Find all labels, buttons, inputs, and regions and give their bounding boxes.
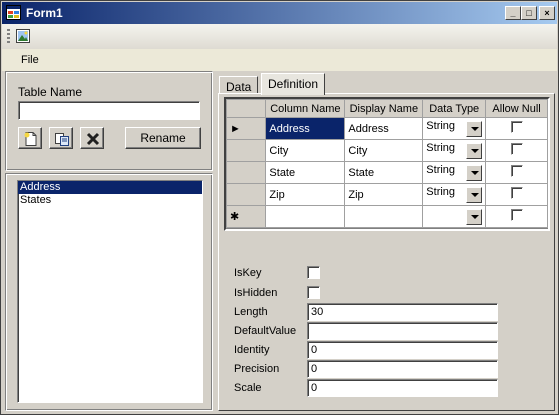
- cell-column-name[interactable]: [265, 205, 346, 228]
- length-label: Length: [234, 306, 268, 318]
- col-header-display-name[interactable]: Display Name: [344, 99, 424, 118]
- defaultvalue-label: DefaultValue: [234, 325, 297, 337]
- cell-display-name[interactable]: Zip: [344, 183, 424, 206]
- rename-button[interactable]: Rename: [125, 127, 201, 149]
- columns-grid[interactable]: Column Name Display Name Data Type Allow…: [224, 97, 550, 231]
- identity-label: Identity: [234, 344, 270, 356]
- chevron-down-icon[interactable]: [466, 187, 483, 203]
- main-window: Form1 _ □ × File Table Name Rename Addre…: [0, 0, 559, 415]
- grid-header-row: Column Name Display Name Data Type Allow…: [225, 99, 548, 118]
- iskey-checkbox[interactable]: [307, 266, 320, 279]
- allow-null-checkbox[interactable]: [510, 187, 523, 199]
- cell-allow-null[interactable]: [485, 205, 548, 228]
- cell-data-type[interactable]: [422, 205, 487, 228]
- cell-data-type[interactable]: String: [422, 183, 487, 206]
- delete-x-icon: [86, 132, 100, 146]
- allow-null-checkbox[interactable]: [510, 209, 523, 221]
- title-bar[interactable]: Form1 _ □ ×: [2, 2, 557, 24]
- precision-label: Precision: [234, 363, 280, 375]
- cell-column-name[interactable]: Zip: [265, 183, 346, 206]
- allow-null-checkbox[interactable]: [510, 143, 523, 155]
- tables-list-group: Address States: [5, 173, 213, 411]
- allow-null-checkbox[interactable]: [510, 121, 523, 133]
- cell-display-name[interactable]: [344, 205, 424, 228]
- cell-data-type[interactable]: String: [422, 161, 487, 184]
- data-type-value: String: [426, 142, 456, 154]
- new-file-icon: [24, 132, 37, 146]
- cell-allow-null[interactable]: [485, 117, 548, 140]
- precision-input[interactable]: [307, 360, 498, 378]
- app-form-icon: [6, 5, 21, 20]
- row-indicator[interactable]: ►: [225, 117, 267, 140]
- table-name-label: Table Name: [18, 85, 83, 99]
- iskey-label: IsKey: [234, 267, 262, 279]
- cell-column-name[interactable]: Address: [265, 117, 346, 140]
- menu-file[interactable]: File: [21, 54, 39, 66]
- toolbar: [2, 24, 557, 49]
- table-row[interactable]: City City String: [225, 139, 548, 162]
- cell-allow-null[interactable]: [485, 183, 548, 206]
- row-header-corner: [225, 99, 267, 118]
- scale-input[interactable]: [307, 379, 498, 397]
- chevron-down-icon[interactable]: [466, 165, 483, 181]
- cell-data-type[interactable]: String: [422, 117, 487, 140]
- chevron-down-icon[interactable]: [466, 121, 483, 137]
- minimize-button[interactable]: _: [505, 6, 521, 20]
- copy-table-button[interactable]: [49, 127, 73, 149]
- chevron-down-icon[interactable]: [466, 143, 483, 159]
- new-table-button[interactable]: [18, 127, 42, 149]
- maximize-button[interactable]: □: [521, 6, 537, 20]
- row-indicator[interactable]: [225, 183, 267, 206]
- length-input[interactable]: [307, 303, 498, 321]
- scale-label: Scale: [234, 382, 262, 394]
- col-header-allow-null[interactable]: Allow Null: [485, 99, 548, 118]
- col-header-data-type[interactable]: Data Type: [422, 99, 487, 118]
- tables-listbox[interactable]: Address States: [17, 180, 203, 403]
- cell-column-name[interactable]: State: [265, 161, 346, 184]
- row-indicator[interactable]: [225, 161, 267, 184]
- defaultvalue-input[interactable]: [307, 322, 498, 340]
- data-type-value: String: [426, 120, 456, 132]
- tab-definition[interactable]: Definition: [261, 73, 326, 95]
- delete-table-button[interactable]: [80, 127, 104, 149]
- close-button[interactable]: ×: [539, 6, 555, 20]
- new-row[interactable]: ✱: [225, 205, 548, 228]
- cell-allow-null[interactable]: [485, 139, 548, 162]
- table-name-group: Table Name Rename: [5, 71, 213, 171]
- table-row[interactable]: Zip Zip String: [225, 183, 548, 206]
- cell-display-name[interactable]: State: [344, 161, 424, 184]
- table-row[interactable]: State State String: [225, 161, 548, 184]
- data-type-value: String: [426, 186, 456, 198]
- col-header-column-name[interactable]: Column Name: [265, 99, 346, 118]
- window-title: Form1: [26, 6, 63, 20]
- toolbar-grip[interactable]: [7, 29, 10, 44]
- list-item-address[interactable]: Address: [18, 181, 202, 194]
- data-type-value: String: [426, 164, 456, 176]
- copy-icon: [55, 133, 69, 146]
- list-item-states[interactable]: States: [18, 194, 202, 207]
- cell-display-name[interactable]: City: [344, 139, 424, 162]
- cell-allow-null[interactable]: [485, 161, 548, 184]
- table-name-input[interactable]: [18, 101, 200, 120]
- new-row-indicator[interactable]: ✱: [225, 205, 267, 228]
- identity-input[interactable]: [307, 341, 498, 359]
- allow-null-checkbox[interactable]: [510, 165, 523, 177]
- cell-display-name[interactable]: Address: [344, 117, 424, 140]
- table-row[interactable]: ► Address Address String: [225, 117, 548, 140]
- ishidden-checkbox[interactable]: [307, 286, 320, 299]
- chevron-down-icon[interactable]: [466, 209, 483, 225]
- ishidden-label: IsHidden: [234, 287, 278, 299]
- cell-data-type[interactable]: String: [422, 139, 487, 162]
- cell-column-name[interactable]: City: [265, 139, 346, 162]
- image-icon[interactable]: [15, 28, 31, 44]
- menu-bar: File: [2, 49, 557, 71]
- row-indicator[interactable]: [225, 139, 267, 162]
